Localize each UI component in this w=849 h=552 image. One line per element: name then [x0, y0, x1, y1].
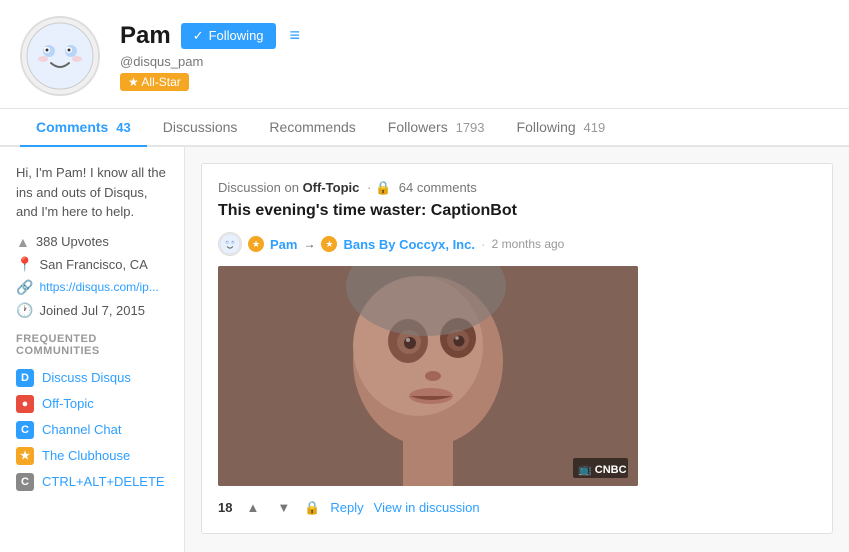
tab-followers[interactable]: Followers 1793 [372, 109, 501, 147]
allstar-badge: ★ All-Star [120, 73, 189, 91]
profile-tabs: Comments 43 Discussions Recommends Follo… [0, 109, 849, 147]
upvotes-meta: ▲ 388 Upvotes [16, 234, 168, 250]
community-off-topic[interactable]: ● Off-Topic [16, 391, 168, 417]
community-clubhouse[interactable]: ★ The Clubhouse [16, 443, 168, 469]
comment-count: 64 comments [399, 180, 477, 195]
upvote-button[interactable]: ▲ [242, 498, 263, 517]
author-star-badge: ★ [248, 236, 264, 252]
post-card: Discussion on Off-Topic · 🔒 64 comments … [201, 163, 833, 534]
post-actions: 18 ▲ ▼ 🔒 Reply View in discussion [218, 498, 816, 517]
menu-button[interactable]: ≡ [286, 25, 305, 46]
post-image: 📺 CNBC [218, 266, 638, 486]
tab-recommends[interactable]: Recommends [253, 109, 371, 147]
author-avatar [218, 232, 242, 256]
recipient-badge: ★ [321, 236, 337, 252]
profile-link[interactable]: https://disqus.com/ip... [39, 280, 158, 294]
svg-text:📺 CNBC: 📺 CNBC [578, 463, 627, 476]
view-discussion-link[interactable]: View in discussion [374, 500, 480, 515]
location-meta: 📍 San Francisco, CA [16, 256, 168, 273]
author-name[interactable]: Pam [270, 237, 297, 252]
ctrl-icon: C [16, 473, 34, 491]
sidebar: Hi, I'm Pam! I know all the ins and outs… [0, 147, 185, 552]
joined-meta: 🕐 Joined Jul 7, 2015 [16, 302, 168, 319]
clock-icon: 🕐 [16, 302, 33, 319]
reply-link[interactable]: Reply [330, 500, 363, 515]
avatar [20, 16, 100, 96]
profile-handle: @disqus_pam [120, 54, 304, 69]
off-topic-icon: ● [16, 395, 34, 413]
tab-discussions[interactable]: Discussions [147, 109, 254, 147]
community-discuss-disqus[interactable]: D Discuss Disqus [16, 365, 168, 391]
lock-icon: · 🔒 [367, 180, 395, 195]
following-button[interactable]: ✓ Following [181, 23, 276, 49]
link-icon: 🔗 [16, 279, 33, 296]
post-meta: Discussion on Off-Topic · 🔒 64 comments [218, 180, 816, 196]
content-area: Hi, I'm Pam! I know all the ins and outs… [0, 147, 849, 552]
post-title: This evening's time waster: CaptionBot [218, 202, 816, 220]
feed-area: Discussion on Off-Topic · 🔒 64 comments … [185, 147, 849, 552]
post-author-row: ★ Pam → ★ Bans By Coccyx, Inc. · 2 month… [218, 232, 816, 256]
clubhouse-icon: ★ [16, 447, 34, 465]
arrow-icon: → [303, 237, 315, 251]
vote-count: 18 [218, 500, 232, 515]
tab-following[interactable]: Following 419 [501, 109, 622, 147]
upvote-icon: ▲ [16, 234, 30, 250]
communities-title: Frequented Communities [16, 333, 168, 357]
location-icon: 📍 [16, 256, 33, 273]
profile-header: Pam ✓ Following ≡ @disqus_pam ★ All-Star [0, 0, 849, 109]
community-channel-chat[interactable]: C Channel Chat [16, 417, 168, 443]
discuss-disqus-icon: D [16, 369, 34, 387]
community-ctrl-alt-delete[interactable]: C CTRL+ALT+DELETE [16, 469, 168, 495]
profile-info: Pam ✓ Following ≡ @disqus_pam ★ All-Star [120, 22, 304, 91]
tab-comments[interactable]: Comments 43 [20, 109, 147, 147]
post-time: 2 months ago [492, 237, 565, 251]
link-meta[interactable]: 🔗 https://disqus.com/ip... [16, 279, 168, 296]
profile-name: Pam [120, 22, 171, 50]
downvote-button[interactable]: ▼ [273, 498, 294, 517]
channel-chat-icon: C [16, 421, 34, 439]
recipient-name[interactable]: Bans By Coccyx, Inc. [343, 237, 475, 252]
post-channel[interactable]: Off-Topic [303, 180, 360, 195]
bio-text: Hi, I'm Pam! I know all the ins and outs… [16, 163, 168, 222]
